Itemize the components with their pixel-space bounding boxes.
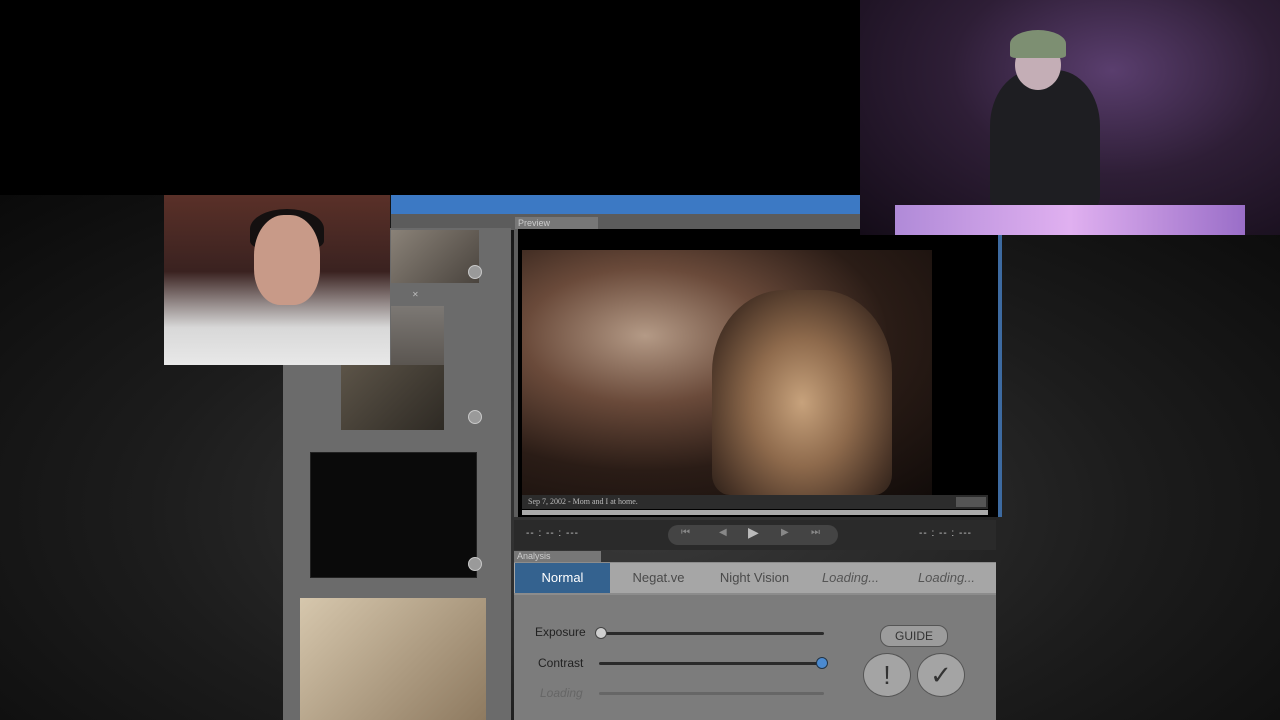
mouse-cursor-icon: ✕: [412, 290, 419, 299]
thumbnail-photo[interactable]: [391, 306, 444, 366]
exposure-slider-knob[interactable]: [595, 627, 607, 639]
thumbnail-photo[interactable]: [341, 365, 444, 430]
photo-caption: Sep 7, 2002 - Mom and I at home.: [522, 495, 988, 509]
skip-forward-icon[interactable]: ⏭: [811, 527, 820, 538]
thumbnail-photo[interactable]: [391, 230, 479, 283]
step-back-icon[interactable]: ◀: [719, 527, 727, 538]
total-time: -- : -- : ---: [919, 528, 972, 539]
exposure-label: Exposure: [535, 625, 586, 639]
confirm-button[interactable]: ✓: [917, 653, 965, 697]
analysis-tab: Analysis: [514, 551, 601, 562]
contrast-slider-knob[interactable]: [816, 657, 828, 669]
current-time: -- : -- : ---: [526, 528, 579, 539]
playback-progress-bar[interactable]: [522, 510, 988, 515]
tab-negative[interactable]: Negat.ve: [611, 563, 706, 593]
tab-loading-2: Loading...: [917, 570, 976, 585]
checkmark-icon[interactable]: [468, 557, 482, 571]
tab-normal[interactable]: Normal: [515, 563, 610, 593]
skip-back-icon[interactable]: ⏮: [681, 527, 690, 538]
contrast-label: Contrast: [538, 656, 584, 670]
play-icon[interactable]: ▶: [748, 524, 759, 541]
flag-warning-button[interactable]: !: [863, 653, 911, 697]
checkmark-icon[interactable]: [468, 265, 482, 279]
webcam-overlay-right: [860, 0, 1280, 235]
step-forward-icon[interactable]: ▶: [781, 527, 789, 538]
exposure-slider-track[interactable]: [601, 632, 824, 635]
tab-loading-1: Loading...: [821, 570, 880, 585]
contrast-slider-track[interactable]: [599, 662, 824, 665]
preview-photo: [522, 250, 932, 495]
loading-slider-track: [599, 692, 824, 695]
tab-night-vision[interactable]: Night Vision: [707, 563, 802, 593]
preview-tab: Preview: [515, 217, 598, 229]
caption-zoom-controls[interactable]: [956, 497, 986, 507]
thumbnail-video[interactable]: [310, 452, 477, 578]
checkmark-icon[interactable]: [468, 410, 482, 424]
guide-button[interactable]: GUIDE: [880, 625, 948, 647]
webcam-overlay-left: [164, 195, 390, 365]
loading-slider-label: Loading: [540, 686, 583, 700]
window-title-bar[interactable]: [391, 195, 861, 215]
thumbnail-photo[interactable]: [300, 598, 486, 720]
analysis-controls: [514, 595, 996, 720]
